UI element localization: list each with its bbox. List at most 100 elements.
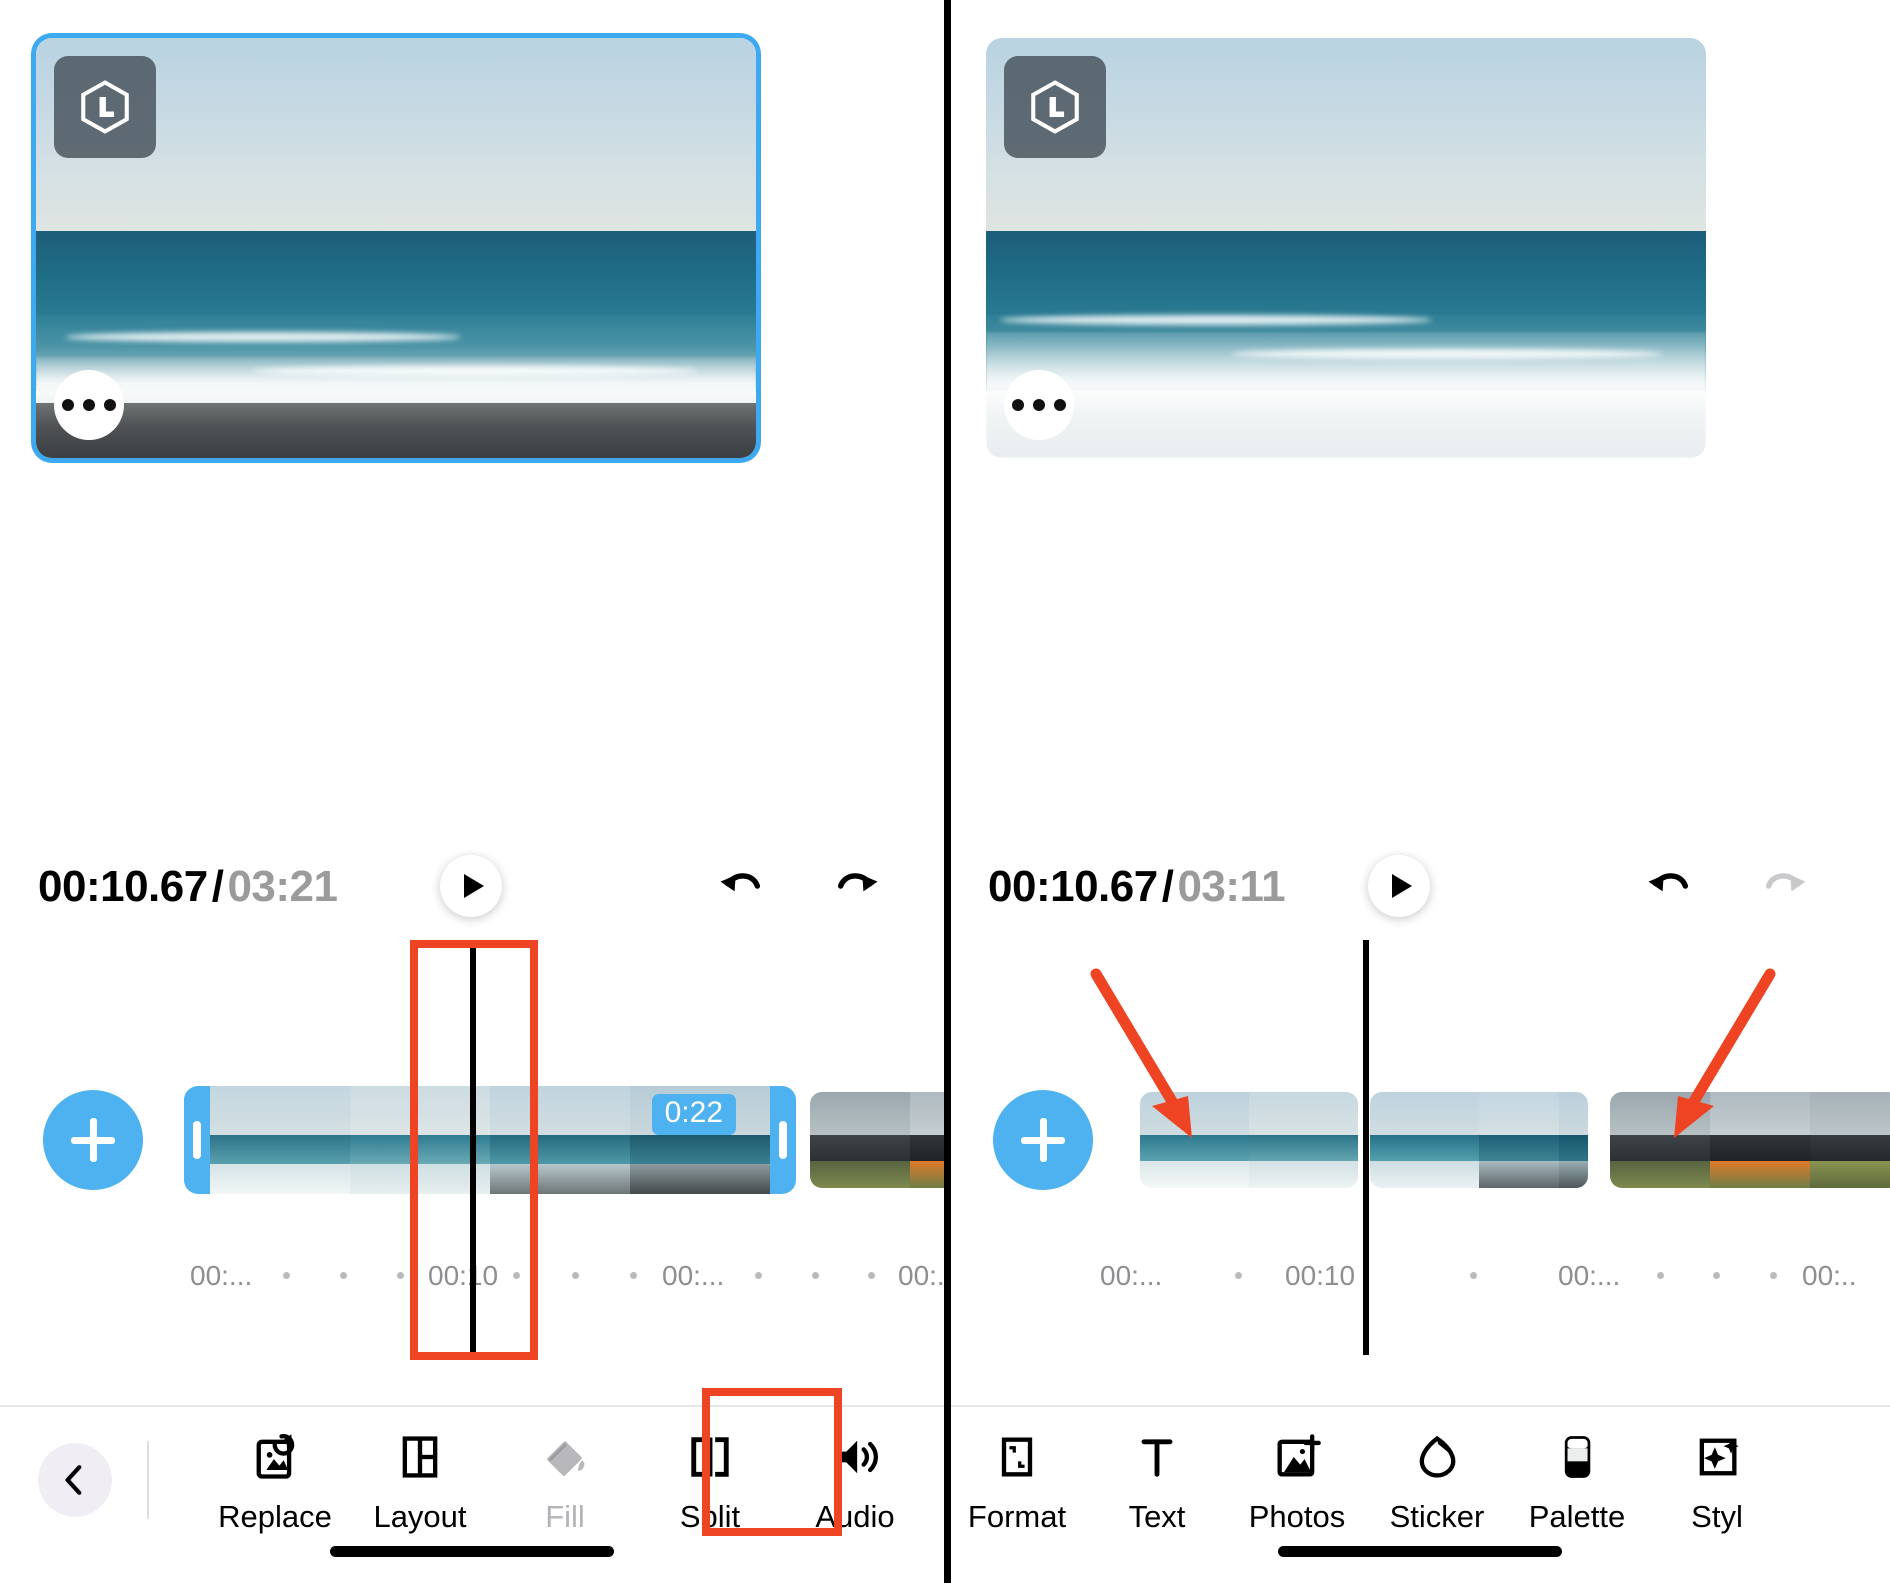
clip-thumbnails <box>1610 1092 1890 1188</box>
tool-format[interactable]: Format <box>950 1429 1092 1535</box>
undo-button-before[interactable] <box>712 858 768 914</box>
clip-thumbnail <box>350 1086 490 1194</box>
trim-handle-left[interactable] <box>193 1121 201 1159</box>
clip-thumbnail <box>810 1092 910 1188</box>
ruler-tick <box>572 1272 579 1279</box>
foam-streak <box>64 332 461 342</box>
replace-photo-icon <box>249 1429 301 1485</box>
ruler-label: 00:... <box>190 1260 253 1291</box>
back-button[interactable] <box>38 1443 112 1517</box>
ruler-tick <box>1713 1272 1720 1279</box>
tool-sticker[interactable]: Sticker <box>1362 1429 1512 1535</box>
ruler-label: 00:... <box>1100 1260 1163 1291</box>
selected-clip-before[interactable]: 0:22 <box>184 1086 796 1194</box>
tool-label: Fill <box>545 1499 585 1534</box>
split-clip-first[interactable] <box>1140 1092 1358 1188</box>
clip-thumbnail <box>1370 1092 1479 1188</box>
clip-thumbnail <box>1479 1092 1559 1188</box>
play-button-after[interactable] <box>1368 855 1430 917</box>
bottom-toolbar-after: Format Text Photos Sticker Palette Styl <box>950 1405 1890 1583</box>
playhead-after[interactable] <box>1363 940 1369 1355</box>
dot <box>83 399 95 411</box>
ruler-label: 00:... <box>662 1260 725 1291</box>
tool-label: Replace <box>218 1499 332 1534</box>
play-triangle-icon <box>1391 874 1412 898</box>
time-separator: / <box>1161 862 1174 911</box>
clip-thumbnails <box>1370 1092 1588 1188</box>
tool-label: Audio <box>815 1499 895 1534</box>
tool-style[interactable]: Styl <box>1642 1429 1792 1535</box>
toolbar-divider <box>147 1441 149 1519</box>
tool-replace[interactable]: Replace <box>200 1429 350 1535</box>
tool-text[interactable]: Text <box>1082 1429 1232 1535</box>
ruler-tick <box>1235 1272 1242 1279</box>
home-indicator <box>1278 1546 1562 1557</box>
ruler-tick <box>283 1272 290 1279</box>
hexagon-L-logo-badge[interactable] <box>1004 56 1106 158</box>
next-clip-after[interactable] <box>1610 1092 1890 1188</box>
preview-sand <box>36 403 756 458</box>
ruler-tick <box>513 1272 520 1279</box>
play-triangle-icon <box>463 874 484 898</box>
preview-more-options-button[interactable] <box>1004 370 1074 440</box>
style-sparkle-icon <box>1691 1429 1743 1485</box>
ruler-tick <box>397 1272 404 1279</box>
ruler-tick <box>1657 1272 1664 1279</box>
chevron-left-icon <box>65 1465 82 1495</box>
tool-label: Split <box>679 1499 741 1534</box>
paint-bucket-icon <box>539 1429 591 1485</box>
dot <box>1054 399 1066 411</box>
tool-label: Photos <box>1248 1499 1346 1534</box>
redo-arrow-icon <box>1765 873 1806 892</box>
layout-grid-icon <box>394 1429 446 1485</box>
format-frame-icon <box>991 1429 1043 1485</box>
redo-arrow-icon <box>837 873 878 892</box>
tool-label: Text <box>1128 1499 1186 1534</box>
ruler-label: 00:10 <box>1285 1260 1356 1291</box>
ruler-label: 00:10 <box>428 1260 499 1291</box>
clip-thumbnail <box>1559 1092 1588 1188</box>
clip-thumbnails <box>1140 1092 1358 1188</box>
total-time: 03:11 <box>1177 862 1286 911</box>
clip-thumbnail <box>1249 1092 1358 1188</box>
hexagon-L-logo-badge[interactable] <box>54 56 156 158</box>
screenshot-root: 00:10.67/03:21 0:22 00:... 00:10 00:... … <box>0 0 1890 1583</box>
dot <box>104 399 116 411</box>
video-preview-after[interactable] <box>986 38 1706 458</box>
panel-after: 00:10.67/03:11 00:... 00:10 00:... 00:..… <box>950 0 1890 1583</box>
add-media-button-before[interactable] <box>43 1090 143 1190</box>
current-time: 00:10.67 <box>38 862 208 911</box>
tool-label: Styl <box>1691 1499 1743 1534</box>
tool-audio[interactable]: Audio <box>780 1429 930 1535</box>
tool-palette[interactable]: Palette <box>1502 1429 1652 1535</box>
time-separator: / <box>211 862 224 911</box>
trim-handle-right[interactable] <box>779 1121 787 1159</box>
clip-duration-badge: 0:22 <box>651 1094 736 1135</box>
clip-thumbnail <box>490 1086 630 1194</box>
redo-button-before[interactable] <box>830 858 886 914</box>
ruler-tick <box>340 1272 347 1279</box>
next-clip-before[interactable] <box>810 1092 944 1188</box>
preview-more-options-button[interactable] <box>54 370 124 440</box>
tool-label: Palette <box>1528 1499 1626 1534</box>
home-indicator <box>330 1546 614 1557</box>
tool-split[interactable]: Split <box>635 1429 785 1535</box>
tool-layout[interactable]: Layout <box>345 1429 495 1535</box>
bottom-toolbar-before: Replace Layout Fill Split Audio <box>0 1405 944 1583</box>
add-media-button-after[interactable] <box>993 1090 1093 1190</box>
tool-photos[interactable]: Photos <box>1222 1429 1372 1535</box>
clip-thumbnail <box>1610 1092 1710 1188</box>
preview-sea-far <box>986 231 1706 324</box>
foam-streak <box>1230 348 1663 359</box>
play-button-before[interactable] <box>440 855 502 917</box>
ruler-tick <box>1470 1272 1477 1279</box>
ruler-label: 00:.. <box>1802 1260 1857 1291</box>
playhead-before[interactable] <box>470 940 476 1355</box>
ruler-tick <box>812 1272 819 1279</box>
undo-button-after[interactable] <box>1640 858 1696 914</box>
split-clip-second[interactable] <box>1370 1092 1588 1188</box>
dot <box>1033 399 1045 411</box>
video-preview-before[interactable] <box>36 38 756 458</box>
speaker-volume-icon <box>829 1429 881 1485</box>
tool-fill[interactable]: Fill <box>490 1429 640 1535</box>
